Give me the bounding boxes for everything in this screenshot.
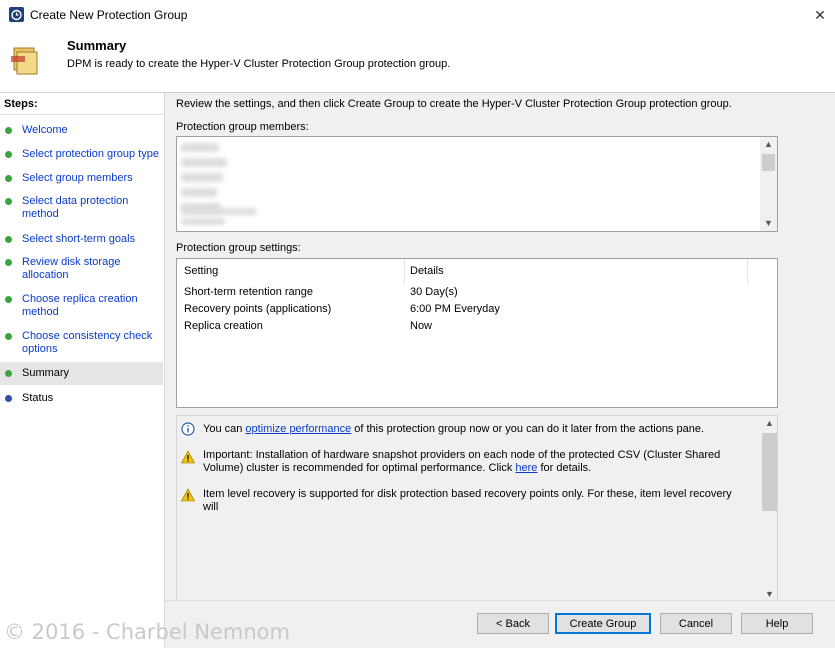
step-complete-icon bbox=[5, 151, 12, 158]
step-label: Select protection group type bbox=[22, 148, 159, 160]
blurred-member bbox=[181, 158, 227, 167]
optimize-performance-link[interactable]: optimize performance bbox=[245, 423, 351, 435]
step-complete-icon bbox=[5, 236, 12, 243]
dpm-app-icon bbox=[9, 7, 24, 22]
table-row[interactable]: Short-term retention range 30 Day(s) bbox=[177, 284, 777, 301]
back-button[interactable]: < Back bbox=[477, 613, 549, 634]
blurred-member bbox=[181, 173, 223, 182]
step-label: Status bbox=[22, 392, 54, 404]
step-label: Choose consistency check options bbox=[22, 330, 153, 355]
intro-text: Review the settings, and then click Crea… bbox=[176, 98, 732, 110]
close-icon: ✕ bbox=[814, 7, 826, 23]
here-link[interactable]: here bbox=[515, 462, 537, 474]
blurred-member bbox=[181, 218, 225, 225]
column-divider bbox=[747, 259, 748, 283]
steps-sidebar: Steps: Welcome Select protection group t… bbox=[0, 93, 165, 647]
warning-suffix: for details. bbox=[537, 462, 592, 474]
step-complete-icon bbox=[5, 333, 12, 340]
step-summary[interactable]: Summary bbox=[0, 362, 163, 385]
step-label: Welcome bbox=[22, 124, 68, 136]
setting-detail: 6:00 PM Everyday bbox=[410, 303, 500, 315]
setting-name: Short-term retention range bbox=[184, 286, 314, 298]
scroll-up-icon[interactable]: ▲ bbox=[762, 416, 777, 431]
step-short-term-goals[interactable]: Select short-term goals bbox=[0, 233, 163, 249]
scroll-up-icon[interactable]: ▲ bbox=[760, 137, 777, 152]
window-title: Create New Protection Group bbox=[30, 8, 188, 22]
blurred-member bbox=[181, 188, 217, 197]
settings-label: Protection group settings: bbox=[176, 242, 301, 254]
warning-icon bbox=[181, 450, 195, 464]
members-label: Protection group members: bbox=[176, 121, 309, 133]
settings-table[interactable]: Setting Details Short-term retention ran… bbox=[176, 258, 778, 408]
notes-panel: You can optimize performance of this pro… bbox=[176, 415, 778, 603]
steps-heading: Steps: bbox=[4, 98, 38, 110]
step-label: Choose replica creation method bbox=[22, 293, 138, 318]
title-bar: Create New Protection Group ✕ bbox=[0, 0, 835, 30]
main-panel: Review the settings, and then click Crea… bbox=[165, 93, 835, 603]
copyright-watermark: © 2016 - Charbel Nemnom bbox=[4, 620, 290, 644]
step-status: Status bbox=[0, 392, 163, 408]
close-button[interactable]: ✕ bbox=[805, 0, 835, 30]
setting-name: Replica creation bbox=[184, 320, 263, 332]
notes-scrollbar[interactable]: ▲ ▼ bbox=[762, 416, 777, 602]
step-label: Review disk storage allocation bbox=[22, 256, 121, 281]
page-subtitle: DPM is ready to create the Hyper-V Clust… bbox=[67, 58, 451, 70]
step-label: Select data protection method bbox=[22, 195, 129, 220]
members-scrollbar[interactable]: ▲ ▼ bbox=[760, 137, 777, 231]
divider bbox=[0, 114, 164, 115]
setting-detail: 30 Day(s) bbox=[410, 286, 458, 298]
blurred-member bbox=[181, 208, 257, 215]
help-button[interactable]: Help bbox=[741, 613, 813, 634]
item-level-recovery-warning: Item level recovery is supported for dis… bbox=[203, 488, 732, 513]
blurred-member bbox=[181, 143, 219, 152]
step-complete-icon bbox=[5, 198, 12, 205]
column-header-details[interactable]: Details bbox=[410, 259, 444, 283]
table-row[interactable]: Recovery points (applications) 6:00 PM E… bbox=[177, 301, 777, 318]
page-title: Summary bbox=[67, 38, 127, 53]
protection-group-icon bbox=[11, 47, 38, 75]
step-label: Summary bbox=[22, 367, 70, 379]
step-complete-icon bbox=[5, 175, 12, 182]
info-note-suffix: of this protection group now or you can … bbox=[351, 423, 705, 435]
scroll-thumb[interactable] bbox=[762, 433, 777, 511]
step-disk-storage[interactable]: Review disk storage allocation bbox=[0, 256, 163, 284]
step-current-icon bbox=[5, 370, 12, 377]
info-note-prefix: You can bbox=[203, 423, 246, 435]
step-select-type[interactable]: Select protection group type bbox=[0, 148, 163, 164]
column-divider bbox=[404, 259, 405, 283]
scroll-thumb[interactable] bbox=[762, 154, 775, 171]
setting-name: Recovery points (applications) bbox=[184, 303, 332, 315]
wizard-header: Summary DPM is ready to create the Hyper… bbox=[0, 30, 835, 93]
step-consistency-check[interactable]: Choose consistency check options bbox=[0, 330, 163, 358]
column-header-setting[interactable]: Setting bbox=[184, 259, 218, 283]
create-group-button[interactable]: Create Group bbox=[555, 613, 651, 634]
step-welcome[interactable]: Welcome bbox=[0, 124, 163, 140]
warning-prefix: Important: Installation of hardware snap… bbox=[203, 449, 721, 474]
hardware-snapshot-warning: Important: Installation of hardware snap… bbox=[203, 449, 743, 475]
table-row[interactable]: Replica creation Now bbox=[177, 318, 777, 335]
step-pending-icon bbox=[5, 395, 12, 402]
setting-detail: Now bbox=[410, 320, 433, 332]
step-label: Select group members bbox=[22, 172, 133, 184]
members-list[interactable]: ▲ ▼ bbox=[176, 136, 778, 232]
warning-icon bbox=[181, 488, 195, 502]
step-complete-icon bbox=[5, 296, 12, 303]
step-complete-icon bbox=[5, 127, 12, 134]
scroll-down-icon[interactable]: ▼ bbox=[760, 216, 777, 231]
step-data-protection-method[interactable]: Select data protection method bbox=[0, 195, 163, 223]
cancel-button[interactable]: Cancel bbox=[660, 613, 732, 634]
info-note: You can optimize performance of this pro… bbox=[203, 423, 743, 436]
step-label: Select short-term goals bbox=[22, 233, 136, 245]
step-replica-creation[interactable]: Choose replica creation method bbox=[0, 293, 163, 321]
info-icon bbox=[181, 422, 195, 436]
step-select-members[interactable]: Select group members bbox=[0, 172, 163, 188]
step-complete-icon bbox=[5, 259, 12, 266]
